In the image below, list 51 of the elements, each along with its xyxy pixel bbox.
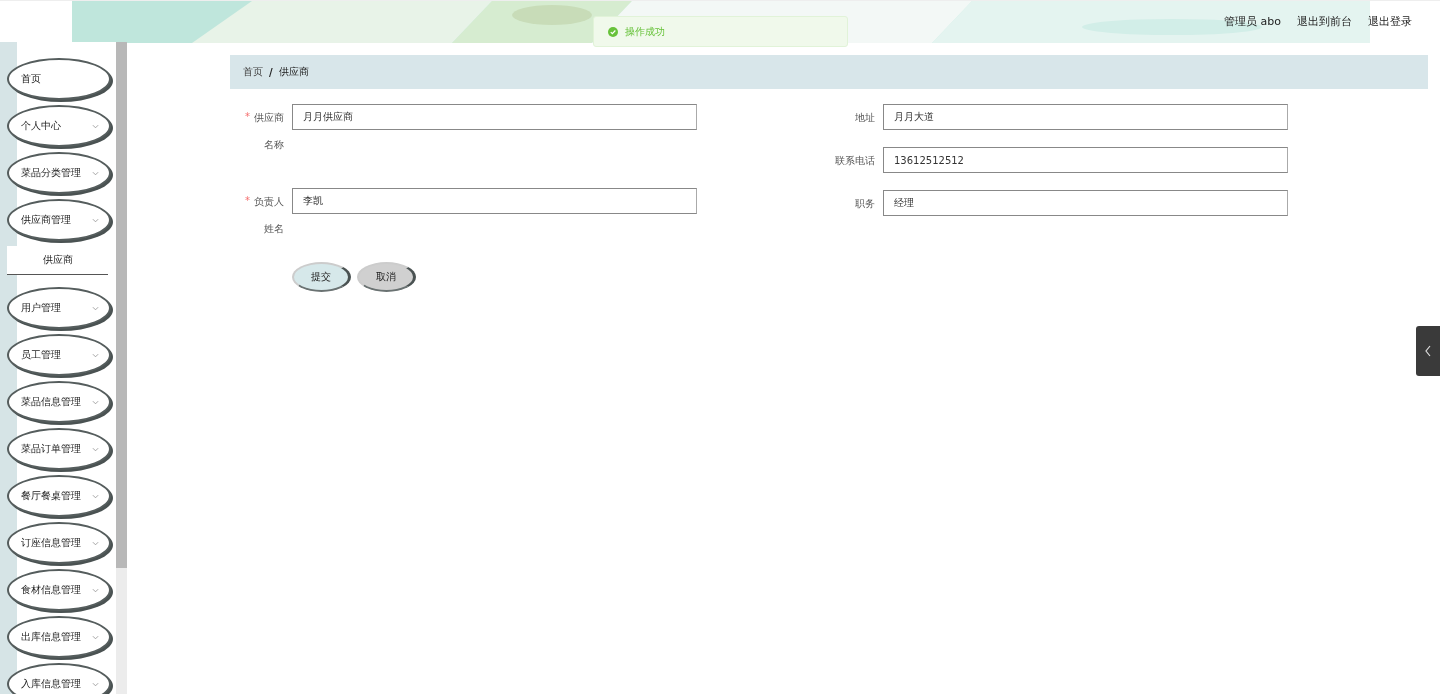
menu-item[interactable]: 员工管理 (7, 334, 111, 376)
chevron-icon (92, 634, 99, 640)
required-mark: * (245, 194, 250, 208)
collapse-button[interactable] (1416, 326, 1440, 376)
menu-item[interactable]: 菜品信息管理 (7, 381, 111, 423)
cancel-button[interactable]: 取消 (357, 262, 416, 292)
menu-item[interactable]: 首页 (7, 58, 111, 100)
text-field[interactable]: 月月大道 (883, 104, 1288, 130)
chevron-icon (92, 399, 99, 405)
chevron-icon (92, 123, 99, 129)
check-circle-icon (608, 26, 618, 37)
menu-item[interactable]: 出库信息管理 (7, 616, 111, 658)
breadcrumb-separator: / (269, 66, 273, 78)
chevron-icon (92, 493, 99, 499)
menu-item[interactable]: 订座信息管理 (7, 522, 111, 564)
chevron-icon (92, 217, 99, 223)
menu-item[interactable]: 个人中心 (7, 105, 111, 147)
field-label: 联系电话 (835, 154, 875, 168)
header-link[interactable]: 退出登录 (1368, 14, 1412, 29)
chevron-icon (92, 681, 99, 687)
chevron-icon (92, 170, 99, 176)
toast-message: 操作成功 (625, 24, 665, 39)
menu-item[interactable]: 供应商管理 (7, 199, 111, 241)
breadcrumb-item[interactable]: 首页 (243, 65, 263, 79)
menu-item[interactable]: 入库信息管理 (7, 663, 111, 694)
chevron-icon (92, 305, 99, 311)
required-mark: * (245, 110, 250, 124)
breadcrumb-item: 供应商 (278, 65, 309, 79)
menu-item[interactable]: 餐厅餐桌管理 (7, 475, 111, 517)
field-label: 供应商名称 (253, 111, 284, 152)
chevron-icon (92, 540, 99, 546)
text-field[interactable]: 经理 (883, 190, 1288, 216)
text-field[interactable]: 13612512512 (883, 147, 1288, 173)
menu-item[interactable]: 菜品订单管理 (7, 428, 111, 470)
field-label: 地址 (855, 111, 875, 125)
scrollbar-thumb[interactable] (116, 42, 127, 568)
submit-button[interactable]: 提交 (292, 262, 351, 292)
submenu-item[interactable]: 供应商 (7, 246, 108, 275)
chevron-icon (92, 352, 99, 358)
field-label: 负责人姓名 (253, 195, 284, 236)
header-link[interactable]: 退出到前台 (1297, 14, 1352, 29)
chevron-icon (92, 446, 99, 452)
menu-item[interactable]: 用户管理 (7, 287, 111, 329)
menu-item[interactable]: 菜品分类管理 (7, 152, 111, 194)
chevron-left-icon (1424, 345, 1432, 357)
text-field[interactable]: 月月供应商 (292, 104, 697, 130)
user-name: 管理员 abo (1224, 14, 1281, 29)
menu-item[interactable]: 食材信息管理 (7, 569, 111, 611)
text-field[interactable]: 李凯 (292, 188, 697, 214)
field-label: 职务 (855, 197, 875, 211)
chevron-icon (92, 587, 99, 593)
